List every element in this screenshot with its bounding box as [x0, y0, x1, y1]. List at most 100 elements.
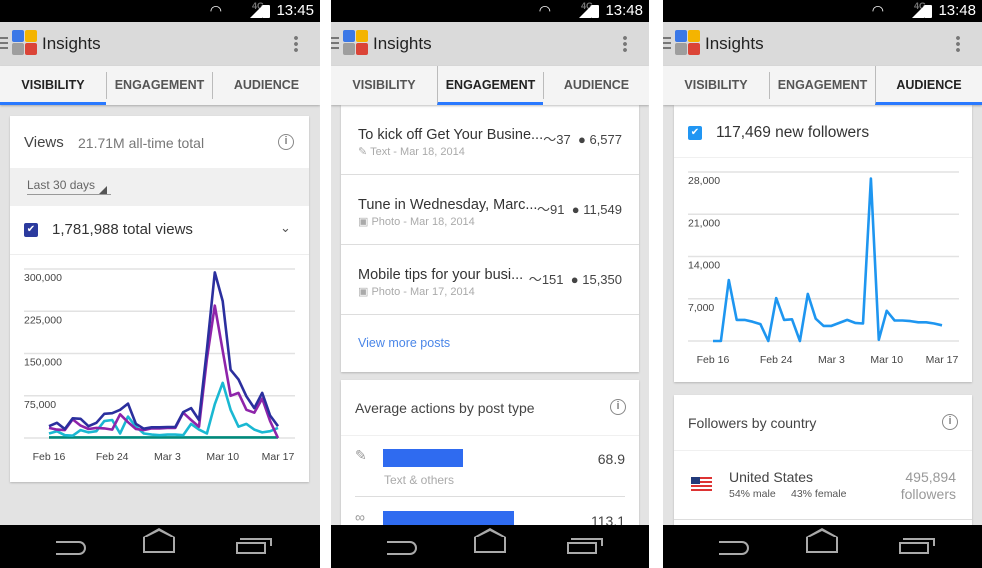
y-tick-label: 300,000: [24, 272, 62, 284]
country-name: United States: [729, 469, 814, 485]
x-tick-label: Mar 10: [870, 354, 903, 366]
tab-visibility[interactable]: VISIBILITY: [331, 66, 437, 105]
back-icon[interactable]: [56, 541, 86, 555]
back-icon[interactable]: [387, 541, 417, 555]
menu-icon[interactable]: [0, 37, 8, 49]
tab-audience[interactable]: AUDIENCE: [875, 66, 982, 105]
app-bar: Insights: [331, 22, 649, 66]
y-tick-label: 28,000: [688, 175, 720, 187]
avg-label: Text & others: [384, 473, 455, 487]
view-more-posts-link[interactable]: View more posts: [358, 336, 450, 350]
y-tick-label: 21,000: [688, 217, 720, 229]
tab-visibility[interactable]: VISIBILITY: [663, 66, 769, 105]
post-title: Tune in Wednesday, Marc...: [358, 197, 538, 213]
post-stats: 〜151 ● 15,350: [528, 272, 622, 287]
info-icon[interactable]: i: [610, 399, 626, 415]
chevron-down-icon[interactable]: ⌄: [280, 220, 291, 236]
insights-logo: [12, 30, 38, 56]
back-icon[interactable]: [719, 541, 749, 555]
follower-unit: followers: [900, 486, 956, 502]
home-icon[interactable]: [474, 528, 506, 553]
pencil-icon: ✎: [358, 146, 371, 158]
follower-count: 495,894: [905, 469, 956, 485]
battery-icon: [591, 5, 599, 18]
app-title: Insights: [373, 34, 432, 53]
tab-bar: VISIBILITY ENGAGEMENT AUDIENCE: [331, 66, 649, 105]
tab-audience[interactable]: AUDIENCE: [212, 72, 320, 99]
wifi-icon: ◠: [538, 2, 551, 18]
insights-logo: [343, 30, 369, 56]
phone-engagement: ◠ 4G 13:48 Insights VISIBILITY ENGAGEMEN…: [331, 0, 649, 568]
tab-audience[interactable]: AUDIENCE: [543, 72, 649, 99]
x-tick-label: Mar 17: [262, 451, 295, 463]
eye-icon: ●: [577, 132, 586, 147]
x-tick-label: Feb 24: [760, 354, 793, 366]
info-icon[interactable]: i: [942, 414, 958, 430]
overflow-menu-icon[interactable]: [294, 35, 298, 53]
recents-icon[interactable]: [236, 538, 272, 554]
overflow-menu-icon[interactable]: [956, 35, 960, 53]
pencil-icon: ✎: [355, 447, 367, 463]
home-icon[interactable]: [143, 528, 175, 553]
post-row[interactable]: Mobile tips for your busi... ▣ Photo - M…: [341, 245, 639, 315]
phone-audience: ◠ 4G 13:48 Insights VISIBILITY ENGAGEMEN…: [663, 0, 982, 568]
camera-icon: ▣: [358, 216, 372, 228]
avg-actions-title: Average actions by post type: [355, 400, 535, 416]
status-time: 13:45: [276, 2, 314, 19]
views-label: Views: [24, 134, 64, 151]
signal-icon: [250, 6, 262, 18]
nav-bar: [0, 525, 320, 568]
avg-bar-text: [383, 449, 463, 467]
link-icon: ∞: [355, 509, 365, 525]
views-checkbox[interactable]: ✔: [24, 223, 38, 237]
tab-engagement[interactable]: ENGAGEMENT: [437, 66, 543, 105]
y-tick-label: 225,000: [24, 314, 62, 326]
wifi-icon: ◠: [209, 2, 222, 18]
eye-icon: ●: [571, 202, 580, 217]
post-title: Mobile tips for your busi...: [358, 267, 524, 283]
tab-engagement[interactable]: ENGAGEMENT: [769, 72, 875, 99]
post-meta: ▣ Photo - Mar 17, 2014: [358, 286, 475, 298]
wifi-icon: ◠: [871, 2, 884, 18]
eye-icon: ●: [570, 272, 579, 287]
views-chart: 300,000 225,000 150,000 75,000 Feb 16 Feb 24 M…: [24, 268, 295, 463]
menu-icon[interactable]: [331, 37, 339, 49]
country-row[interactable]: United States 54% male 43% female 495,89…: [674, 450, 972, 520]
tab-engagement[interactable]: ENGAGEMENT: [106, 72, 212, 99]
app-title: Insights: [42, 34, 101, 53]
views-all-time: 21.71M all-time total: [78, 135, 205, 151]
overflow-menu-icon[interactable]: [623, 35, 627, 53]
recents-icon[interactable]: [567, 538, 603, 554]
y-tick-label: 150,000: [24, 357, 62, 369]
x-tick-label: Feb 16: [697, 354, 730, 366]
male-percent: 54% male: [729, 488, 776, 500]
y-tick-label: 7,000: [688, 302, 714, 314]
trend-icon: 〜: [543, 132, 557, 147]
tab-visibility[interactable]: VISIBILITY: [0, 66, 106, 105]
status-time: 13:48: [605, 2, 643, 19]
post-row[interactable]: To kick off Get Your Busine... ✎ Text - …: [341, 105, 639, 175]
dropdown-corner-icon: [99, 186, 107, 194]
battery-icon: [262, 5, 270, 18]
range-row: Last 30 days: [10, 168, 309, 206]
followers-checkbox[interactable]: ✔: [688, 126, 702, 140]
home-icon[interactable]: [806, 528, 838, 553]
x-tick-label: Mar 17: [926, 354, 959, 366]
recents-icon[interactable]: [899, 538, 935, 554]
battery-icon: [924, 5, 932, 18]
posts-card: To kick off Get Your Busine... ✎ Text - …: [341, 105, 639, 372]
post-meta: ✎ Text - Mar 18, 2014: [358, 146, 465, 158]
new-followers: 117,469 new followers: [716, 124, 870, 141]
total-views: 1,781,988 total views: [52, 221, 193, 238]
followers-card: ✔ 117,469 new followers 28,000 21,000 14,0…: [674, 105, 972, 382]
post-row[interactable]: Tune in Wednesday, Marc... ▣ Photo - Mar…: [341, 175, 639, 245]
status-time: 13:48: [938, 2, 976, 19]
status-bar: ◠ 4G 13:45: [0, 0, 320, 22]
info-icon[interactable]: i: [278, 134, 294, 150]
menu-icon[interactable]: [663, 37, 671, 49]
post-meta: ▣ Photo - Mar 18, 2014: [358, 216, 475, 228]
signal-icon: [912, 6, 924, 18]
series-line: [713, 177, 943, 343]
trend-icon: 〜: [528, 272, 542, 287]
x-tick-label: Feb 24: [96, 451, 129, 463]
